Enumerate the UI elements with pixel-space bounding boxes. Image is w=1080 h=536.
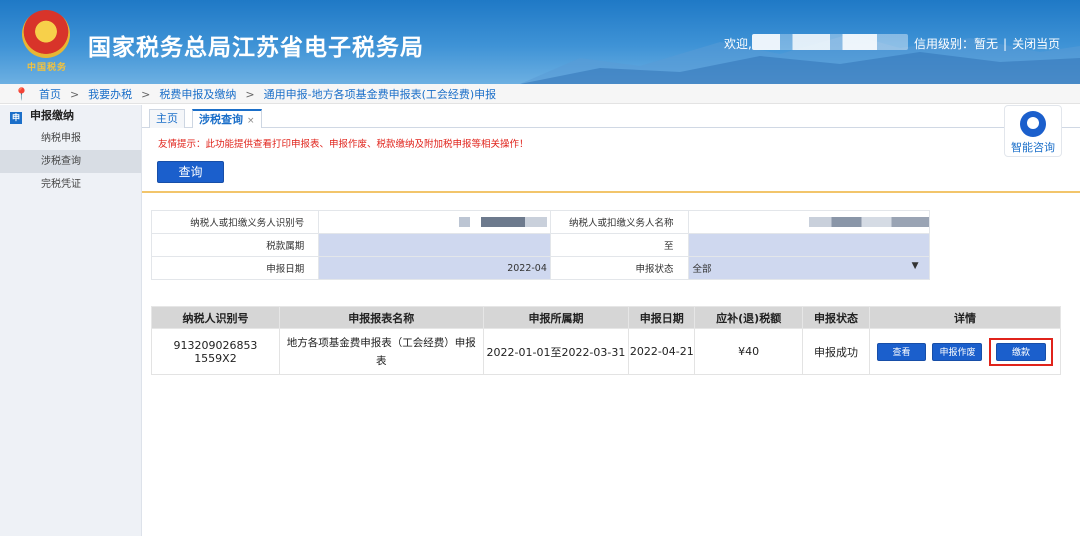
pay-button[interactable]: 缴款: [995, 342, 1046, 361]
tab-tax-query[interactable]: 涉税查询 ×: [192, 109, 262, 128]
col-date: 申报日期: [628, 306, 696, 329]
close-tab-icon[interactable]: ×: [247, 116, 255, 126]
cell-date: 2022-04-21: [628, 328, 696, 375]
header-links: 信用级别：暂无 | 关闭当页: [914, 37, 1061, 51]
breadcrumb-tax[interactable]: 我要办税: [88, 88, 132, 101]
view-button[interactable]: 查看: [876, 342, 926, 361]
tab-home[interactable]: 主页: [149, 109, 185, 128]
void-declaration-button[interactable]: 申报作废: [932, 342, 983, 361]
taxpayer-id-label: 纳税人或扣缴义务人识别号: [150, 210, 320, 234]
taxpayer-name-field[interactable]: [687, 210, 930, 234]
headset-icon: [1020, 111, 1046, 137]
location-pin-icon: 📍: [14, 87, 29, 101]
sidebar-item-tax-declare[interactable]: 纳税申报: [0, 127, 141, 150]
status-select[interactable]: 全部 ▼: [687, 256, 930, 280]
cell-actions: 查看 申报作废 缴款: [868, 328, 1062, 375]
welcome-text: 欢迎,: [724, 37, 752, 51]
taxpayer-id-field[interactable]: [318, 210, 551, 234]
breadcrumb: 📍 首页 > 我要办税 > 税费申报及缴纳 > 通用申报-地方各项基金费申报表(工会经费)申报: [0, 84, 1080, 104]
table-header-row: 纳税人识别号 申报报表名称 申报所属期 申报日期 应补(退)税额 申报状态 详情: [151, 306, 1062, 329]
breadcrumb-declare[interactable]: 税费申报及缴纳: [159, 88, 236, 101]
tab-bar: 主页 涉税查询 ×: [142, 108, 1080, 128]
username-redacted: [752, 34, 908, 50]
chevron-down-icon: ▼: [911, 261, 919, 271]
sidebar-item-tax-query[interactable]: 涉税查询: [0, 150, 141, 173]
credit-level: 信用级别：暂无: [914, 37, 999, 51]
taxpayer-name-label: 纳税人或扣缴义务人名称: [549, 210, 689, 234]
query-button[interactable]: 查询: [157, 161, 224, 183]
date-label: 申报日期: [150, 256, 320, 280]
breadcrumb-home[interactable]: 首页: [39, 88, 61, 101]
col-taxpayer-id: 纳税人识别号: [151, 306, 280, 329]
col-amount: 应补(退)税额: [694, 306, 804, 329]
tax-emblem-icon: [22, 10, 70, 58]
col-report-name: 申报报表名称: [278, 306, 484, 329]
to-label: 至: [549, 233, 689, 257]
site-title: 国家税务总局江苏省电子税务局: [88, 35, 424, 61]
pay-highlight-box: 缴款: [988, 337, 1053, 366]
smart-consult-button[interactable]: 智能咨询: [1004, 105, 1062, 157]
close-page-link[interactable]: 关闭当页: [1012, 37, 1060, 51]
breadcrumb-current[interactable]: 通用申报-地方各项基金费申报表(工会经费)申报: [264, 88, 497, 101]
table-row: 913209026853 1559X2 地方各项基金费申报表（工会经费）申报表 …: [151, 328, 1062, 375]
period-start-field[interactable]: [318, 233, 551, 257]
sidebar: 申申报缴纳 纳税申报 涉税查询 完税凭证: [0, 105, 142, 536]
cell-amount: ¥40: [694, 328, 804, 375]
emblem-subtext: 中国税务: [26, 63, 67, 73]
period-end-field[interactable]: [687, 233, 930, 257]
cell-status: 申报成功: [802, 328, 870, 375]
cell-period: 2022-01-01至2022-03-31: [482, 328, 630, 375]
col-detail: 详情: [868, 306, 1062, 329]
status-label: 申报状态: [549, 256, 689, 280]
sidebar-item-tax-certificate[interactable]: 完税凭证: [0, 173, 141, 196]
results-table: 纳税人识别号 申报报表名称 申报所属期 申报日期 应补(退)税额 申报状态 详情…: [151, 306, 1062, 375]
cell-report-name: 地方各项基金费申报表（工会经费）申报表: [278, 328, 484, 375]
col-period: 申报所属期: [482, 306, 630, 329]
cell-taxpayer-id: 913209026853 1559X2: [151, 328, 280, 375]
col-status: 申报状态: [802, 306, 870, 329]
date-field[interactable]: 2022-04: [318, 256, 551, 280]
friendly-tip: 友情提示：此功能提供查看打印申报表、申报作废、税款缴纳及附加税申报等相关操作！: [158, 139, 529, 150]
sidebar-heading[interactable]: 申申报缴纳: [0, 105, 141, 127]
divider: [142, 191, 1080, 193]
site-header: 中国税务 国家税务总局江苏省电子税务局 欢迎, 信用级别：暂无 | 关闭当页: [0, 0, 1080, 84]
declare-icon: 申: [10, 112, 22, 124]
period-label: 税款属期: [150, 233, 320, 257]
query-form: 纳税人或扣缴义务人识别号 纳税人或扣缴义务人名称 税款属期 至 申报日期 202…: [150, 210, 1061, 280]
